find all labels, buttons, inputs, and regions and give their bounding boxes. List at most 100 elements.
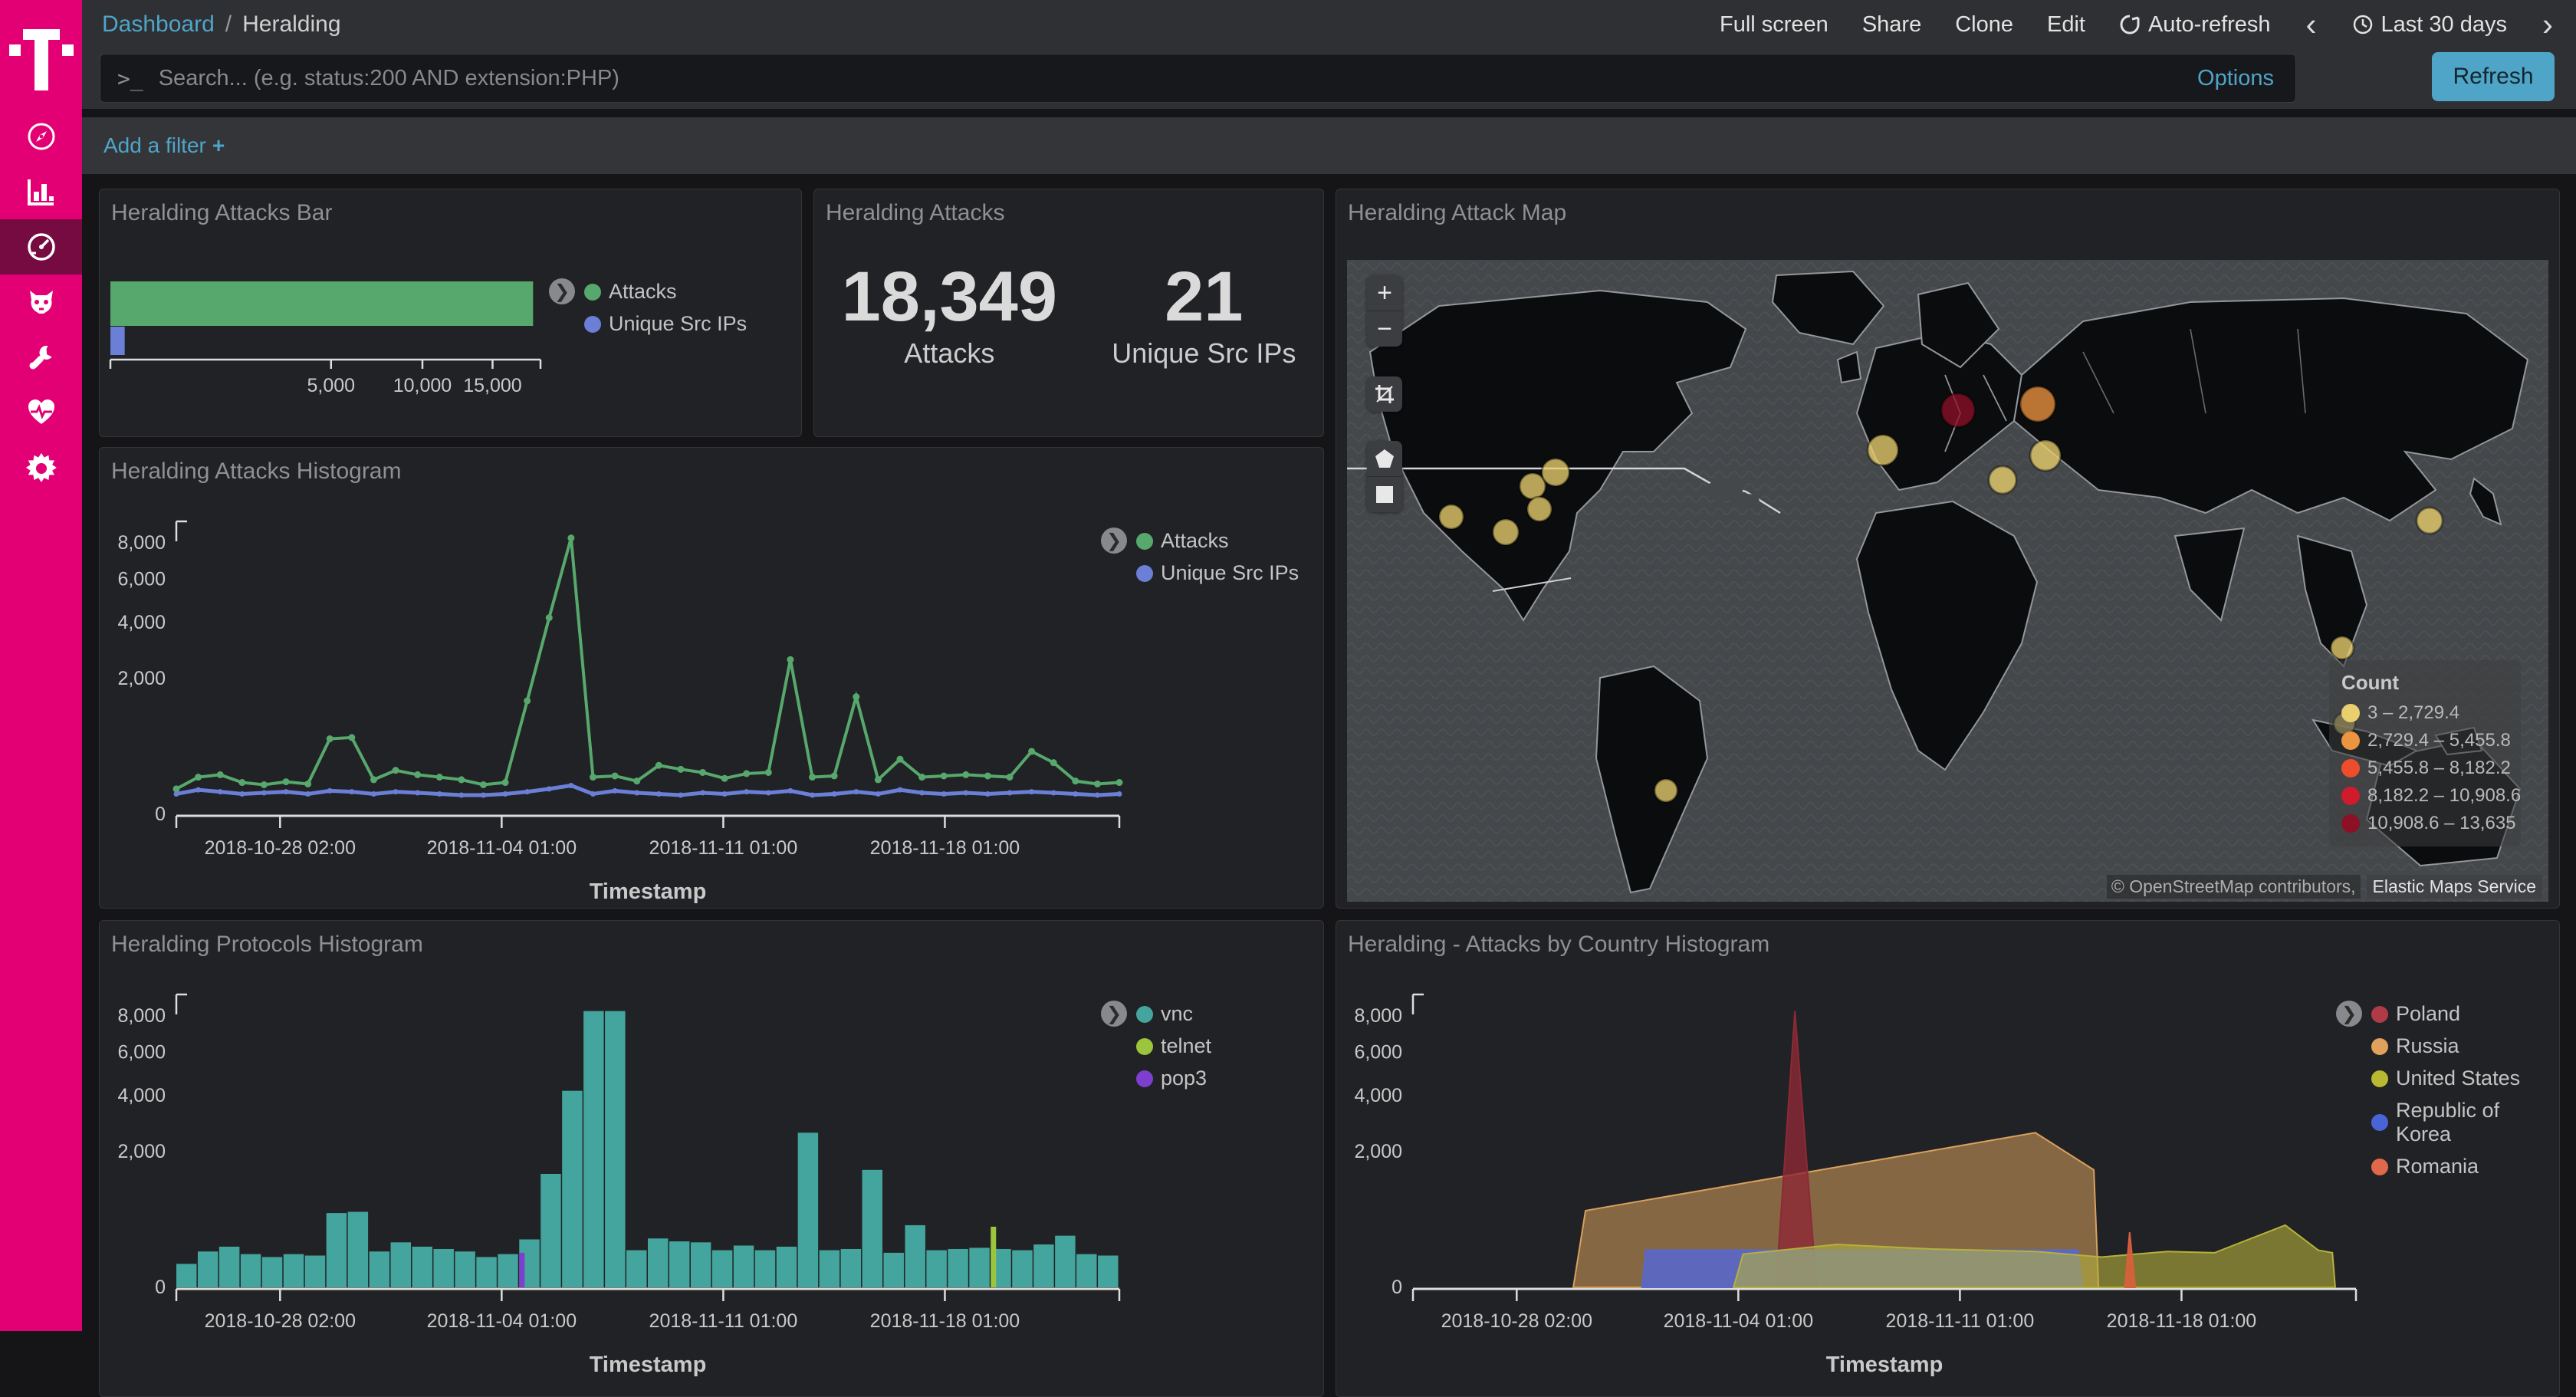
share-button[interactable]: Share bbox=[1862, 12, 1921, 38]
legend-item-romania[interactable]: Romania bbox=[2371, 1155, 2559, 1178]
map-box-zoom-button[interactable] bbox=[1367, 376, 1402, 412]
map-draw-rect-button[interactable] bbox=[1367, 476, 1402, 512]
country-histogram-legend: ❯ PolandRussiaUnited StatesRepublic of K… bbox=[2371, 1002, 2559, 1187]
panel-title[interactable]: Heralding Attack Map bbox=[1348, 200, 1566, 226]
elastic-maps-service-link[interactable]: Elastic Maps Service bbox=[2367, 875, 2542, 899]
svg-text:0: 0 bbox=[1392, 1277, 1402, 1298]
legend-collapse-chevron[interactable]: ❯ bbox=[549, 278, 575, 304]
time-back-chevron[interactable]: ‹ bbox=[2305, 13, 2318, 36]
edit-button[interactable]: Edit bbox=[2047, 12, 2085, 38]
legend-color-dot bbox=[1136, 1070, 1153, 1087]
time-range-picker[interactable]: Last 30 days bbox=[2352, 12, 2507, 38]
legend-item-pop3[interactable]: pop3 bbox=[1136, 1067, 1211, 1090]
attacks-bar-legend: ❯ AttacksUnique Src IPs bbox=[584, 280, 747, 344]
svg-text:6,000: 6,000 bbox=[1354, 1042, 1402, 1063]
sidebar-item-compass[interactable] bbox=[0, 109, 82, 164]
crop-icon bbox=[1374, 383, 1395, 405]
legend-color-dot bbox=[1136, 565, 1153, 582]
map-legend-item: 8,182.2 – 10,908.6 bbox=[2341, 785, 2510, 807]
panel-title[interactable]: Heralding - Attacks by Country Histogram bbox=[1348, 932, 1769, 958]
svg-text:2018-11-18 01:00: 2018-11-18 01:00 bbox=[870, 1310, 1020, 1332]
time-forward-chevron[interactable]: › bbox=[2541, 13, 2555, 36]
add-filter-button[interactable]: Add a filter+ bbox=[104, 133, 225, 158]
osm-attribution[interactable]: © OpenStreetMap contributors, bbox=[2107, 875, 2361, 899]
svg-text:Timestamp: Timestamp bbox=[1826, 1353, 1944, 1377]
map-zoom-out-button[interactable]: − bbox=[1367, 311, 1402, 347]
svg-text:4,000: 4,000 bbox=[117, 1085, 166, 1106]
breadcrumb-dashboard-link[interactable]: Dashboard bbox=[102, 12, 215, 38]
panel-title[interactable]: Heralding Attacks bbox=[826, 200, 1004, 226]
legend-collapse-chevron[interactable]: ❯ bbox=[2336, 1001, 2362, 1027]
search-input[interactable] bbox=[157, 65, 2295, 92]
legend-item-unique-src-ips[interactable]: Unique Src IPs bbox=[1136, 561, 1299, 585]
heartbeat-icon bbox=[25, 396, 58, 429]
panel-title[interactable]: Heralding Protocols Histogram bbox=[111, 932, 423, 958]
panel-heralding-attack-map: Heralding Attack Map + − bbox=[1336, 189, 2560, 909]
sidebar-item-gauge[interactable] bbox=[0, 219, 82, 274]
svg-text:Timestamp: Timestamp bbox=[590, 1353, 707, 1377]
svg-text:2018-11-11 01:00: 2018-11-11 01:00 bbox=[1886, 1310, 2035, 1332]
svg-text:2018-11-18 01:00: 2018-11-18 01:00 bbox=[870, 837, 1020, 859]
svg-text:2018-11-18 01:00: 2018-11-18 01:00 bbox=[2107, 1310, 2257, 1332]
legend-item-attacks[interactable]: Attacks bbox=[584, 280, 747, 304]
full-screen-button[interactable]: Full screen bbox=[1720, 12, 1829, 38]
legend-collapse-chevron[interactable]: ❯ bbox=[1101, 1001, 1127, 1027]
svg-text:5,000: 5,000 bbox=[307, 375, 356, 396]
options-link[interactable]: Options bbox=[2183, 54, 2288, 102]
metric-value: 18,349 bbox=[842, 258, 1057, 336]
panel-heralding-attacks-metric: Heralding Attacks 18,349Attacks21Unique … bbox=[813, 189, 1324, 437]
refresh-arrow-icon bbox=[2119, 14, 2141, 35]
legend-item-unique-src-ips[interactable]: Unique Src IPs bbox=[584, 312, 747, 336]
map-zoom-in-button[interactable]: + bbox=[1367, 275, 1402, 311]
map-legend-dot bbox=[2341, 814, 2360, 833]
legend-item-russia[interactable]: Russia bbox=[2371, 1034, 2559, 1058]
metric-label: Unique Src IPs bbox=[1112, 337, 1296, 370]
legend-item-attacks[interactable]: Attacks bbox=[1136, 529, 1299, 553]
svg-text:4,000: 4,000 bbox=[117, 612, 166, 633]
auto-refresh-button[interactable]: Auto-refresh bbox=[2119, 12, 2271, 38]
legend-collapse-chevron[interactable]: ❯ bbox=[1101, 528, 1127, 554]
sidebar-item-bar-chart[interactable] bbox=[0, 164, 82, 219]
legend-color-dot bbox=[584, 284, 601, 301]
t-mobile-logo[interactable] bbox=[0, 11, 82, 103]
svg-text:4,000: 4,000 bbox=[1354, 1085, 1402, 1106]
sidebar-item-gear[interactable] bbox=[0, 440, 82, 495]
legend-color-dot bbox=[1136, 1006, 1153, 1023]
compass-icon bbox=[26, 121, 57, 152]
app-sidebar bbox=[0, 0, 82, 1331]
t-logo-icon bbox=[6, 15, 77, 98]
legend-color-dot bbox=[2371, 1114, 2388, 1131]
clone-button[interactable]: Clone bbox=[1955, 12, 2013, 38]
svg-text:6,000: 6,000 bbox=[117, 569, 166, 590]
svg-text:2,000: 2,000 bbox=[117, 668, 166, 689]
metric-attacks: 18,349Attacks bbox=[842, 258, 1057, 370]
svg-text:15,000: 15,000 bbox=[463, 375, 521, 396]
svg-text:2018-11-11 01:00: 2018-11-11 01:00 bbox=[649, 1310, 798, 1332]
legend-item-telnet[interactable]: telnet bbox=[1136, 1034, 1211, 1058]
legend-item-poland[interactable]: Poland bbox=[2371, 1002, 2559, 1026]
legend-item-united-states[interactable]: United States bbox=[2371, 1067, 2559, 1090]
svg-text:2018-11-04 01:00: 2018-11-04 01:00 bbox=[427, 837, 577, 859]
map-draw-polygon-button[interactable] bbox=[1367, 441, 1402, 476]
sidebar-item-heartbeat[interactable] bbox=[0, 385, 82, 440]
svg-text:8,000: 8,000 bbox=[1354, 1005, 1402, 1027]
world-map[interactable]: + − Cou bbox=[1347, 260, 2548, 902]
panel-title[interactable]: Heralding Attacks Histogram bbox=[111, 459, 402, 485]
legend-item-republic-of-korea[interactable]: Republic of Korea bbox=[2371, 1099, 2559, 1146]
clock-icon bbox=[2352, 14, 2374, 35]
gauge-icon bbox=[25, 231, 58, 263]
panel-heralding-attacks-histogram: Heralding Attacks Histogram 02,0004,0006… bbox=[99, 447, 1324, 909]
legend-color-dot bbox=[2371, 1006, 2388, 1023]
map-legend-dot bbox=[2341, 787, 2360, 805]
metric-label: Attacks bbox=[842, 337, 1057, 370]
legend-item-vnc[interactable]: vnc bbox=[1136, 1002, 1211, 1026]
sidebar-item-wrench[interactable] bbox=[0, 330, 82, 385]
refresh-button[interactable]: Refresh bbox=[2432, 52, 2555, 101]
top-navigation-bar: Dashboard / Heralding Full screen Share … bbox=[82, 0, 2576, 49]
panel-title[interactable]: Heralding Attacks Bar bbox=[111, 200, 332, 226]
map-legend-item: 2,729.4 – 5,455.8 bbox=[2341, 730, 2510, 751]
map-legend-dot bbox=[2341, 759, 2360, 777]
legend-color-dot bbox=[584, 316, 601, 333]
map-count-legend: Count 3 – 2,729.42,729.4 – 5,455.85,455.… bbox=[2329, 660, 2521, 846]
sidebar-item-beast[interactable] bbox=[0, 274, 82, 330]
